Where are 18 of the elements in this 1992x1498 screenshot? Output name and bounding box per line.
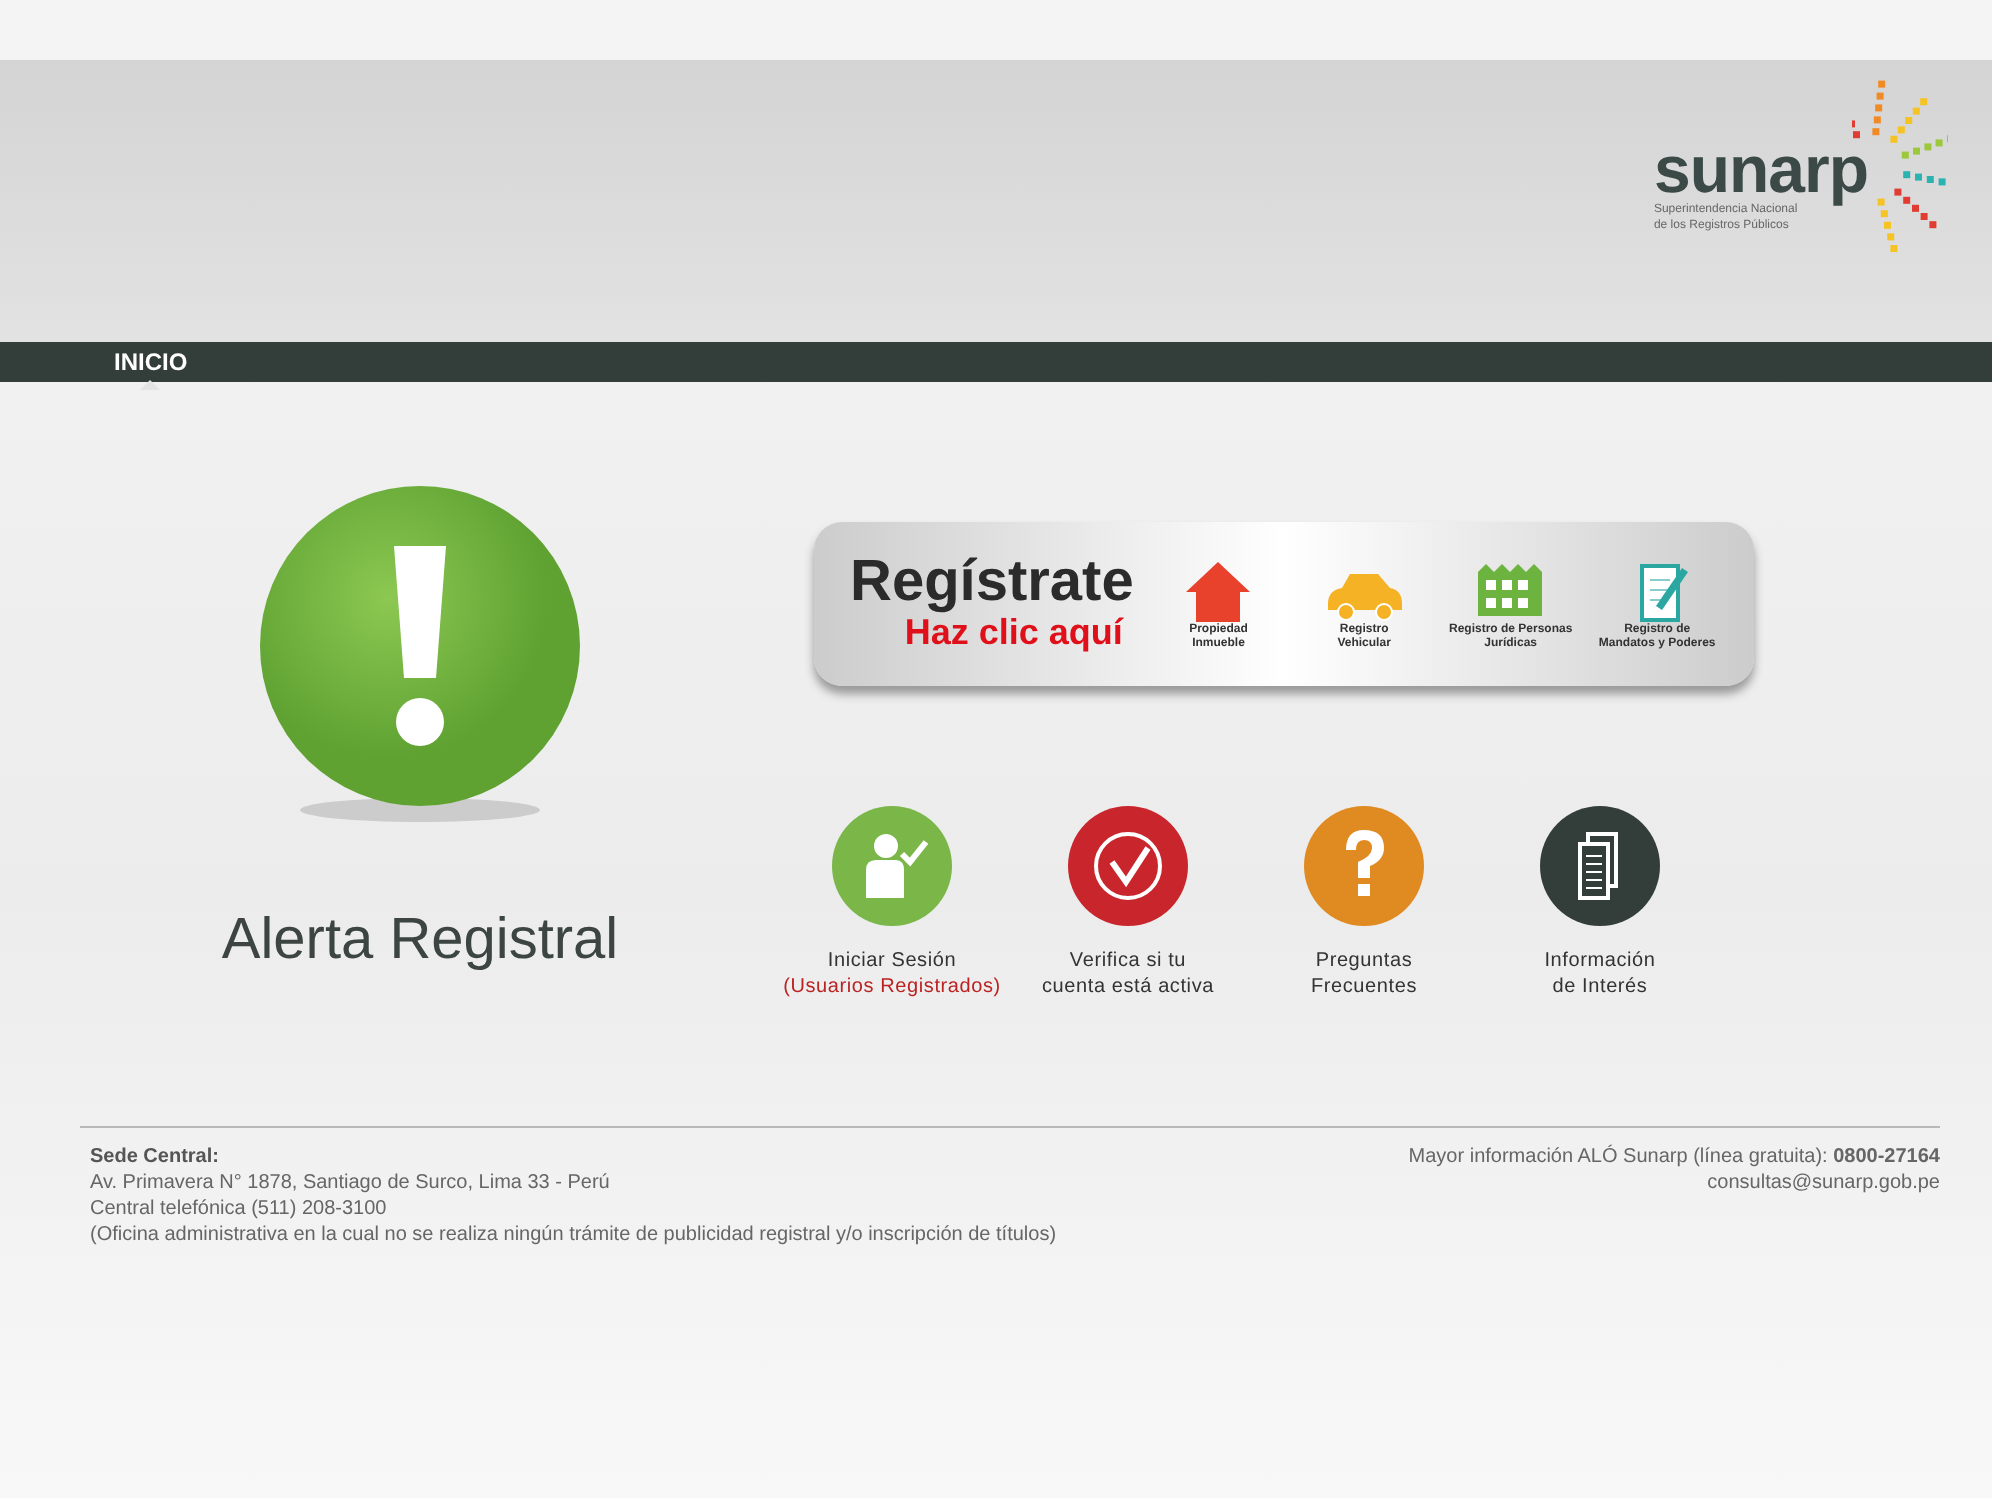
footer-heading: Sede Central: <box>90 1144 221 1170</box>
action-link[interactable]: Iniciar Sesión (Usuarios Registrados) <box>774 806 1010 1000</box>
footer-text: Central telefónica (511) 208-3100 <box>90 1196 389 1222</box>
action-link[interactable]: Información de Interés <box>1482 806 1718 1000</box>
user-check-icon <box>832 806 952 926</box>
footer-text: (Oficina administrativa en la cual no se realiza ningún trámite de publicidad registral y/o inscripción de títulos) <box>90 1222 1057 1248</box>
action-link[interactable]: Verifica si tu cuenta está activa <box>1010 806 1246 1000</box>
email-text: consultas@sunarp.gob.pe <box>1705 1170 1940 1196</box>
action-link[interactable]: Preguntas Frecuentes <box>1246 806 1482 1000</box>
documents-icon <box>1540 806 1660 926</box>
logo-wordmark: sunarp <box>1653 136 1868 202</box>
banner-title: Regístrate <box>850 553 1134 612</box>
banner-subtitle: Haz clic aquí <box>904 611 1124 655</box>
check-circle-icon <box>1068 806 1188 926</box>
footer-text: Av. Primavera N° 1878, Santiago de Surco, Lima 33 - Perú <box>90 1170 612 1196</box>
alert-title: Alerta Registral <box>221 906 619 976</box>
question-icon <box>1304 806 1424 926</box>
footer-info: Mayor información ALÓ Sunarp (línea gratuita): 0800-27164 <box>1408 1144 1940 1170</box>
